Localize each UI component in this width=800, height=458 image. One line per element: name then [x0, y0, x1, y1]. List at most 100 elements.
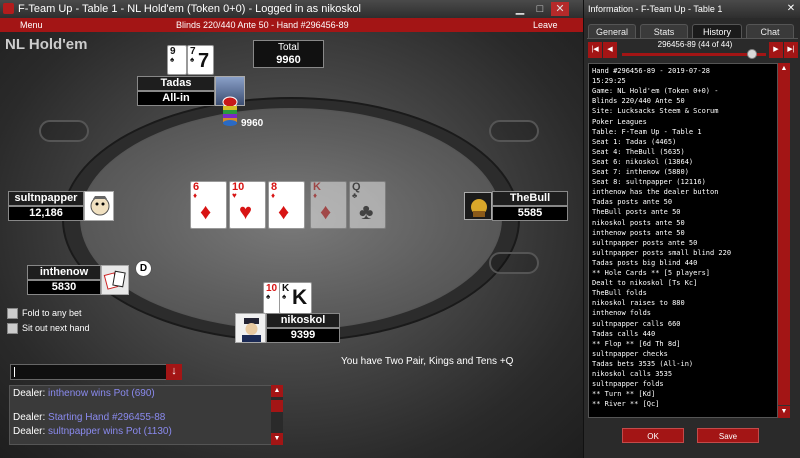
history-line: Poker Leagues — [592, 117, 647, 126]
history-line: sultnpapper folds — [592, 380, 664, 389]
player-name-nikoskol: nikoskol — [266, 313, 340, 328]
player-avatar — [464, 192, 492, 220]
history-line: ** Flop ** [6d Th 8d] — [592, 339, 681, 348]
chat-line: Dealer: sultnpapper wins Pot (1130) — [13, 426, 172, 437]
scroll-thumb[interactable] — [778, 75, 790, 405]
history-line: Seat 6: nikoskol (13864) — [592, 157, 694, 166]
scroll-up-icon[interactable]: ▲ — [271, 385, 283, 397]
last-hand-icon[interactable]: ▶| — [784, 42, 798, 58]
history-line: sultnpapper calls 660 — [592, 319, 681, 328]
leave-button[interactable]: Leave — [533, 18, 558, 32]
table-menubar: Menu Blinds 220/440 Ante 50 - Hand #2964… — [0, 18, 583, 32]
board-card: Q ♣ ♣ — [349, 181, 386, 229]
player-stack-inthenow: 5830 — [27, 280, 101, 295]
hole-card: K ♠ K — [279, 282, 312, 314]
pot-value: 9960 — [276, 54, 301, 66]
chat-line: Dealer: inthenow wins Pot (690) — [13, 388, 155, 399]
history-line: Tadas posts big blind 440 — [592, 258, 698, 267]
hole-card: 9 ♠ — [167, 45, 187, 75]
hand-strength-text: You have Two Pair, Kings and Tens +Q — [341, 356, 514, 367]
player-name-thebull: TheBull — [492, 191, 568, 206]
fold-to-any-bet-checkbox[interactable] — [7, 308, 18, 319]
empty-seat[interactable] — [39, 120, 89, 142]
player-stack-nikoskol: 9399 — [266, 328, 340, 343]
board-card: 6 ♦ ♦ — [190, 181, 227, 229]
history-line: Blinds 220/440 Ante 50 — [592, 97, 685, 106]
player-name-tadas: Tadas — [137, 76, 215, 91]
hand-slider-track[interactable] — [622, 53, 766, 56]
scroll-thumb[interactable] — [271, 400, 283, 412]
player-name-sultnpapper: sultnpapper — [8, 191, 84, 206]
history-line: Table: F-Team Up - Table 1 — [592, 127, 702, 136]
minimize-icon[interactable]: ▁ — [511, 2, 529, 16]
dealer-button: D — [135, 260, 152, 277]
first-hand-icon[interactable]: |◀ — [588, 42, 602, 58]
history-line: inthenow has the dealer button — [592, 188, 719, 197]
history-line: Seat 1: Tadas (4465) — [592, 137, 677, 146]
chip-stack-icon — [222, 96, 238, 128]
sit-out-next-hand-label: Sit out next hand — [22, 323, 90, 333]
next-hand-icon[interactable]: ▶ — [769, 42, 783, 58]
board-card: 10 ♥ ♥ — [229, 181, 266, 229]
history-line: sultnpapper posts ante 50 — [592, 238, 698, 247]
screen: F-Team Up - Table 1 - NL Hold'em (Token … — [0, 0, 800, 458]
game-window: F-Team Up - Table 1 - NL Hold'em (Token … — [0, 0, 583, 458]
app-icon — [3, 3, 14, 14]
close-icon[interactable]: ✕ — [784, 3, 798, 15]
game-window-title: F-Team Up - Table 1 - NL Hold'em (Token … — [18, 3, 361, 15]
game-type-title: NL Hold'em — [5, 36, 88, 53]
history-line: Site: Lucksacks Steem & Scorum — [592, 107, 719, 116]
history-line: ** Hole Cards ** [5 players] — [592, 269, 711, 277]
player-avatar — [84, 191, 114, 221]
history-line: TheBull posts ante 50 — [592, 208, 681, 217]
history-line: Game: NL Hold'em (Token 0+0) - — [592, 87, 719, 96]
board-card: K ♦ ♦ — [310, 181, 347, 229]
history-line: nikoskol posts ante 50 — [592, 218, 685, 227]
empty-seat[interactable] — [489, 252, 539, 274]
ok-button[interactable]: OK — [622, 428, 684, 443]
scroll-down-icon[interactable]: ▼ — [778, 406, 790, 418]
chat-line: Dealer: Starting Hand #296455-88 — [13, 412, 166, 423]
pot-label: Total — [277, 42, 300, 53]
history-line: Tadas bets 3535 (All-in) — [592, 359, 694, 368]
player-avatar — [235, 313, 266, 343]
history-line: Seat 4: TheBull (5635) — [592, 147, 685, 156]
chat-send-button[interactable]: ↓ — [166, 364, 182, 380]
empty-seat[interactable] — [489, 120, 539, 142]
tab-chat[interactable]: Chat — [746, 24, 794, 38]
pot-total: Total 9960 — [253, 40, 324, 68]
bet-amount: 9960 — [241, 118, 264, 129]
player-stack-sultnpapper: 12,186 — [8, 206, 84, 221]
menu-button[interactable]: Menu — [20, 18, 43, 32]
hand-counter: 296456-89 (44 of 44) — [657, 40, 733, 49]
chat-input[interactable] — [10, 364, 182, 380]
history-line: sultnpapper posts small blind 220 — [592, 248, 732, 257]
hand-slider-thumb[interactable] — [746, 49, 757, 59]
maximize-icon[interactable]: □ — [531, 2, 549, 16]
previous-hand-icon[interactable]: ◀ — [603, 42, 617, 58]
history-scrollbar[interactable]: ▲ ▼ — [778, 63, 790, 418]
fold-to-any-bet-label: Fold to any bet — [22, 308, 82, 318]
tab-history[interactable]: History — [692, 24, 742, 38]
chat-scrollbar[interactable]: ▲ ▼ — [271, 385, 283, 445]
history-line: TheBull folds — [592, 289, 647, 298]
close-icon[interactable]: ✕ — [551, 2, 569, 16]
tab-divider — [587, 38, 798, 39]
blinds-info: Blinds 220/440 Ante 50 - Hand #296456-89 — [176, 20, 349, 30]
history-line: Dealt to nikoskol [Ts Kc] — [592, 279, 698, 288]
history-line: nikoskol calls 3535 — [592, 370, 673, 378]
history-line: sultnpapper checks — [592, 349, 668, 358]
tab-general[interactable]: General — [588, 24, 636, 38]
history-line: Tadas calls 440 — [592, 329, 656, 338]
save-button[interactable]: Save — [697, 428, 759, 443]
history-line: 15:29:25 — [592, 77, 626, 86]
sit-out-next-hand-checkbox[interactable] — [7, 323, 18, 334]
tab-stats[interactable]: Stats — [640, 24, 688, 38]
scroll-up-icon[interactable]: ▲ — [778, 63, 790, 75]
info-titlebar: Information - F-Team Up - Table 1 — [584, 0, 800, 18]
scroll-down-icon[interactable]: ▼ — [271, 433, 283, 445]
history-line: ** Turn ** [Kd] — [592, 390, 656, 399]
player-avatar — [101, 265, 129, 295]
history-line: inthenow posts ante 50 — [592, 228, 685, 237]
history-line: Seat 8: sultnpapper (12116) — [592, 178, 706, 187]
